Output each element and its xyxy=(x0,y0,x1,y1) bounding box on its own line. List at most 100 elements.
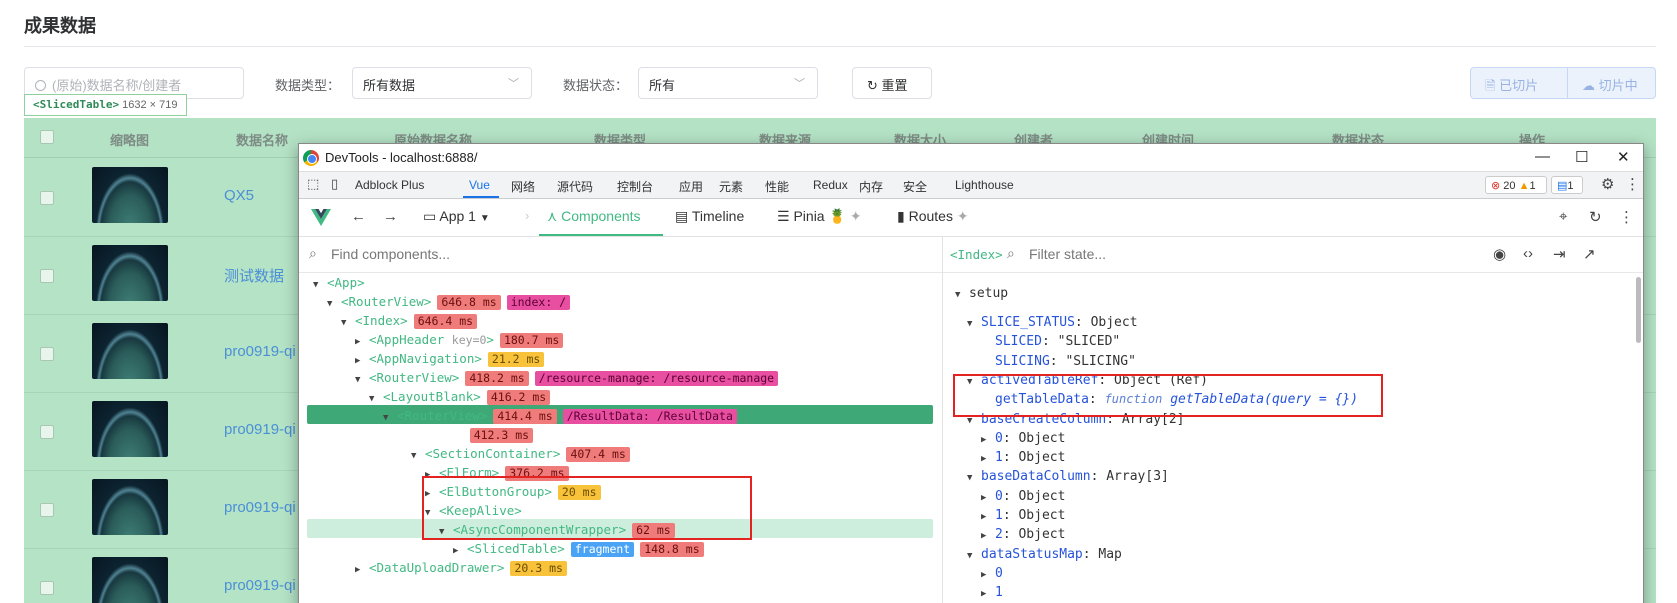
state-entry[interactable]: ▶ 0: Object xyxy=(981,431,1065,450)
state-entry[interactable]: ▶ 1: Object xyxy=(981,508,1065,527)
component-tree-node[interactable]: ▶ <AppNavigation> 21.2 ms xyxy=(355,351,545,370)
expand-arrow-icon[interactable]: ▶ xyxy=(981,435,995,445)
state-entry[interactable]: SLICING: "SLICING" xyxy=(981,354,1136,373)
state-entry[interactable]: ▼ SLICE_STATUS: Object xyxy=(967,315,1138,334)
data-name-link[interactable]: pro0919-qi xyxy=(224,499,296,516)
maximize-icon[interactable]: ☐ xyxy=(1575,148,1588,166)
expand-arrow-icon[interactable]: ▶ xyxy=(355,337,369,347)
expand-arrow-icon[interactable]: ▼ xyxy=(967,416,981,426)
component-tree-node[interactable]: ▶ <DataUploadDrawer> 20.3 ms xyxy=(355,560,567,579)
devtools-tab[interactable]: 内存 xyxy=(859,178,883,195)
select-all-checkbox[interactable] xyxy=(40,130,54,144)
expand-arrow-icon[interactable]: ▶ xyxy=(355,356,369,366)
data-name-link[interactable]: pro0919-qi xyxy=(224,343,296,360)
row-checkbox[interactable] xyxy=(40,425,54,439)
expand-arrow-icon[interactable]: ▼ xyxy=(313,280,327,290)
slicing-button[interactable]: ☁ 切片中 xyxy=(1567,67,1656,99)
issues-counter[interactable]: ⊗ 20 ▲1 xyxy=(1485,176,1547,194)
devtools-tab[interactable]: 控制台 xyxy=(617,178,653,195)
sliced-button[interactable]: 🗎 已切片 xyxy=(1470,67,1568,99)
tab-timeline[interactable]: ▤ Timeline xyxy=(675,208,744,225)
state-section-header[interactable]: ▼ setup xyxy=(955,286,1008,305)
expand-arrow-icon[interactable]: ▼ xyxy=(411,451,425,461)
component-tree-node[interactable]: ▶ <AppHeader key=0> 180.7 ms xyxy=(355,332,564,351)
data-name-link[interactable]: pro0919-qi xyxy=(224,421,296,438)
expand-arrow-icon[interactable]: ▼ xyxy=(327,299,341,309)
close-icon[interactable]: ✕ xyxy=(1617,148,1630,166)
state-entry[interactable]: ▶ 1: Object xyxy=(981,450,1065,469)
devtools-tab[interactable]: 元素 xyxy=(719,178,743,195)
devtools-tab[interactable]: Adblock Plus xyxy=(355,178,424,192)
state-entry[interactable]: SLICED: "SLICED" xyxy=(981,334,1120,353)
scrollbar[interactable] xyxy=(1636,277,1641,343)
expand-arrow-icon[interactable]: ▶ xyxy=(981,512,995,522)
data-name-link[interactable]: QX5 xyxy=(224,187,254,204)
devtools-tab[interactable]: Lighthouse xyxy=(955,178,1014,192)
state-entry[interactable]: ▶ 0: Object xyxy=(981,489,1065,508)
expand-arrow-icon[interactable]: ▶ xyxy=(981,570,995,580)
forward-arrow-icon[interactable]: → xyxy=(383,208,398,225)
expand-arrow-icon[interactable]: ▼ xyxy=(369,394,383,404)
expand-arrow-icon[interactable]: ▶ xyxy=(981,589,995,599)
component-tree-node[interactable]: ▼ <SectionContainer> 407.4 ms xyxy=(411,446,630,465)
expand-arrow-icon[interactable]: ▼ xyxy=(355,375,369,385)
target-icon[interactable]: ⌖ xyxy=(1559,208,1567,225)
devtools-tab[interactable]: 性能 xyxy=(765,178,789,195)
devtools-tab[interactable]: Redux xyxy=(813,178,848,192)
tab-components[interactable]: ⋏ Components xyxy=(547,208,641,225)
tab-routes[interactable]: ▮ Routes ✦ xyxy=(897,208,969,225)
expand-arrow-icon[interactable]: ▼ xyxy=(967,319,981,329)
component-tree-node[interactable]: ▼ <RouterView> 414.4 ms/ResultData: /Resul… xyxy=(383,408,737,427)
data-status-select[interactable]: 所有 ﹀ xyxy=(638,67,818,99)
expand-arrow-icon[interactable]: ▼ xyxy=(397,432,411,442)
tab-pinia[interactable]: ☰ Pinia 🍍 ✦ xyxy=(777,208,862,225)
row-checkbox[interactable] xyxy=(40,503,54,517)
component-tree-node[interactable]: ▼ <App> xyxy=(313,275,365,294)
gear-icon[interactable]: ⚙ xyxy=(1601,175,1614,193)
component-tree-node[interactable]: ▼ <RouterView> 646.8 ms index: / xyxy=(327,294,571,313)
messages-counter[interactable]: ▤1 xyxy=(1551,176,1583,194)
find-components-bar[interactable]: ⌕ Find components... xyxy=(299,237,942,273)
component-tree-node[interactable]: ▼ <Index> 646.4 ms xyxy=(341,313,478,332)
devtools-tab[interactable]: Vue xyxy=(469,178,490,192)
find-components-input[interactable]: Find components... xyxy=(331,246,450,262)
expand-arrow-icon[interactable]: ▶ xyxy=(981,493,995,503)
devtools-tab[interactable]: 源代码 xyxy=(557,178,593,195)
row-checkbox[interactable] xyxy=(40,191,54,205)
app-selector[interactable]: ▭ App 1 ▼ xyxy=(423,208,490,225)
data-type-select[interactable]: 所有数据 ﹀ xyxy=(352,67,532,99)
data-name-link[interactable]: 测试数据 xyxy=(224,265,284,286)
component-tree-node[interactable]: ▼ <RouterView> 418.2 ms/resource-manage: /… xyxy=(355,370,779,389)
row-checkbox[interactable] xyxy=(40,269,54,283)
devtools-tab[interactable]: 安全 xyxy=(903,178,927,195)
expand-arrow-icon[interactable]: ▼ xyxy=(383,413,397,423)
state-entry[interactable]: ▶ 1 xyxy=(981,585,1003,603)
column-header[interactable]: 数据名称 xyxy=(236,130,288,149)
expand-arrow-icon[interactable]: ▼ xyxy=(967,551,981,561)
expand-arrow-icon[interactable]: ▶ xyxy=(355,565,369,575)
expand-arrow-icon[interactable]: ▶ xyxy=(981,454,995,464)
more-vert-icon[interactable]: ⋮ xyxy=(1625,175,1640,193)
component-tree-node[interactable]: ▶ <SlicedTable> fragment 148.8 ms xyxy=(453,541,704,560)
expand-arrow-icon[interactable]: ▶ xyxy=(453,546,467,556)
back-arrow-icon[interactable]: ← xyxy=(351,208,366,225)
devtools-tab[interactable]: 应用 xyxy=(679,178,703,195)
row-checkbox[interactable] xyxy=(40,347,54,361)
refresh-icon[interactable]: ↻ xyxy=(1589,208,1602,226)
scroll-to-icon[interactable]: ⇥ xyxy=(1553,245,1566,263)
filter-state-input[interactable]: Filter state... xyxy=(1029,246,1106,262)
reset-button[interactable]: ↻ 重置 xyxy=(852,67,932,99)
device-toolbar-icon[interactable]: ▯ xyxy=(331,176,338,192)
open-in-editor-icon[interactable]: ↗ xyxy=(1583,245,1596,263)
code-icon[interactable]: ‹› xyxy=(1523,245,1533,262)
expand-arrow-icon[interactable]: ▶ xyxy=(981,531,995,541)
state-entry[interactable]: ▼ dataStatusMap: Map xyxy=(967,547,1122,566)
data-name-link[interactable]: pro0919-qi xyxy=(224,577,296,594)
more-vert-icon[interactable]: ⋮ xyxy=(1619,208,1634,226)
minimize-icon[interactable]: — xyxy=(1535,148,1550,165)
row-checkbox[interactable] xyxy=(40,581,54,595)
state-entry[interactable]: ▶ 0 xyxy=(981,566,1003,585)
component-tree-node[interactable]: ▼ <LayoutBlank> 416.2 ms xyxy=(369,389,551,408)
eye-icon[interactable]: ◉ xyxy=(1493,245,1506,263)
state-entry[interactable]: ▼ baseDataColumn: Array[3] xyxy=(967,469,1169,488)
